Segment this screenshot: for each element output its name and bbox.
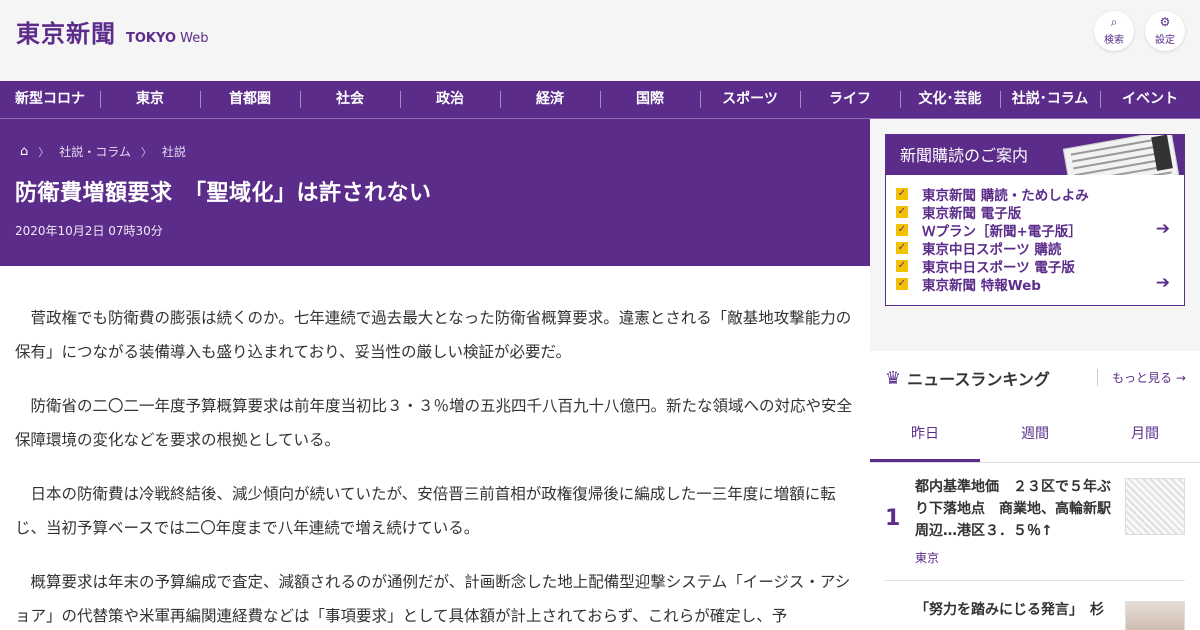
arrow-right-icon: → — [1175, 371, 1186, 385]
tab-monthly[interactable]: 月間 — [1090, 406, 1200, 462]
ranking-headline: 都内基準地価 ２３区で５年ぶり下落地点 商業地、高輪新駅周辺…港区３．５％↑ — [915, 479, 1111, 539]
ranking-category[interactable]: 東京 — [915, 549, 939, 566]
ranking-thumbnail — [1125, 601, 1185, 630]
logo-english-light: Web — [180, 31, 209, 46]
ranking-headline: 「努力を踏みにじる発言」 杉 — [915, 602, 1104, 618]
article-paragraph: 日本の防衛費は冷戦終結後、減少傾向が続いていたが、安倍晋三前首相が政権復帰後に編… — [15, 485, 836, 537]
site-logo[interactable]: 東京新聞 TOKYO Web — [16, 14, 208, 49]
check-icon: ✓ — [896, 224, 908, 236]
check-icon: ✓ — [896, 188, 908, 200]
check-icon: ✓ — [896, 206, 908, 218]
ranking-header: ♛ ニュースランキング — [885, 366, 1050, 390]
nav-item-politics[interactable]: 政治 — [400, 81, 500, 118]
breadcrumb-editorial-column[interactable]: 社説・コラム — [59, 143, 131, 160]
breadcrumb: ⌂ 〉 社説・コラム 〉 社説 — [20, 143, 186, 160]
search-icon: ⌕ — [1110, 15, 1118, 29]
article-title: 防衛費増額要求 「聖域化」は許されない — [15, 181, 432, 206]
tab-weekly[interactable]: 週間 — [980, 406, 1090, 462]
nav-item-editorial[interactable]: 社説･コラム — [1000, 81, 1100, 118]
ranking-tabs: 昨日 週間 月間 — [870, 406, 1200, 463]
ranking-item[interactable]: 「努力を踏みにじる発言」 杉 — [885, 595, 1185, 630]
logo-english: TOKYO Web — [126, 31, 208, 46]
newspaper-image — [1062, 135, 1180, 175]
nav-item-life[interactable]: ライフ — [800, 81, 900, 118]
subscription-item[interactable]: ✓ Ｗプラン［新聞+電子版］ — [896, 221, 1184, 240]
crown-icon: ♛ — [885, 367, 902, 389]
subscription-item-label: 東京新聞 購読・ためしよみ — [922, 188, 1089, 204]
nav-item-society[interactable]: 社会 — [300, 81, 400, 118]
subscription-item[interactable]: ✓ 東京新聞 特報Web — [896, 275, 1184, 294]
subscription-item[interactable]: ✓ 東京中日スポーツ 購読 — [896, 239, 1184, 258]
subscription-item-label: 東京中日スポーツ 電子版 — [922, 260, 1075, 276]
ranking-more-link[interactable]: もっと見る → — [1097, 369, 1186, 386]
news-ranking: ♛ ニュースランキング もっと見る → 昨日 週間 月間 1 都内基準地価 ２３… — [870, 351, 1200, 630]
subscription-header[interactable]: 新聞購読のご案内 — [886, 135, 1184, 175]
home-icon[interactable]: ⌂ — [20, 144, 28, 159]
subscription-item-label: 東京新聞 特報Web — [922, 278, 1041, 294]
subscription-item[interactable]: ✓ 東京新聞 購読・ためしよみ — [896, 185, 1184, 204]
logo-japanese: 東京新聞 — [16, 19, 116, 48]
subscription-item-label: Ｗプラン［新聞+電子版］ — [922, 224, 1082, 240]
nav-item-corona[interactable]: 新型コロナ — [0, 81, 100, 118]
tab-yesterday[interactable]: 昨日 — [870, 406, 980, 462]
nav-item-tokyo[interactable]: 東京 — [100, 81, 200, 118]
gear-icon: ⚙ — [1159, 15, 1171, 29]
nav-item-sports[interactable]: スポーツ — [700, 81, 800, 118]
ranking-title: ニュースランキング — [907, 370, 1050, 389]
article-date: 2020年10月2日 07時30分 — [15, 224, 163, 238]
article-paragraph: 菅政権でも防衛費の膨張は続くのか。七年連続で過去最大となった防衛省概算要求。違憲… — [15, 309, 852, 361]
breadcrumb-separator: 〉 — [140, 145, 152, 159]
check-icon: ✓ — [896, 278, 908, 290]
subscription-list: ✓ 東京新聞 購読・ためしよみ ✓ 東京新聞 電子版 ✓ Ｗプラン［新聞+電子版］ ✓… — [886, 175, 1184, 294]
subscription-item[interactable]: ✓ 東京中日スポーツ 電子版 — [896, 257, 1184, 276]
sidebar: 新聞購読のご案内 ✓ 東京新聞 購読・ためしよみ ✓ 東京新聞 電子版 ✓ Ｗプラン［… — [870, 119, 1200, 630]
ranking-number: 1 — [885, 506, 901, 531]
site-header: 東京新聞 TOKYO Web ⌕ 検索 ⚙ 設定 — [0, 0, 1200, 70]
article-header: ⌂ 〉 社説・コラム 〉 社説 防衛費増額要求 「聖域化」は許されない 2020… — [0, 119, 870, 266]
subscription-item-label: 東京新聞 電子版 — [922, 206, 1022, 222]
nav-item-economy[interactable]: 経済 — [500, 81, 600, 118]
nav-item-events[interactable]: イベント — [1100, 81, 1200, 118]
nav-item-international[interactable]: 国際 — [600, 81, 700, 118]
main-nav: 新型コロナ 東京 首都圏 社会 政治 経済 国際 スポーツ ライフ 文化･芸能 … — [0, 81, 1200, 118]
article-body: 菅政権でも防衛費の膨張は続くのか。七年連続で過去最大となった防衛省概算要求。違憲… — [0, 266, 870, 630]
ranking-more-label: もっと見る — [1112, 371, 1173, 385]
ranking-thumbnail — [1125, 478, 1185, 535]
subscription-item[interactable]: ✓ 東京新聞 電子版 — [896, 203, 1184, 222]
search-button[interactable]: ⌕ 検索 — [1094, 11, 1134, 51]
subscription-box: 新聞購読のご案内 ✓ 東京新聞 購読・ためしよみ ✓ 東京新聞 電子版 ✓ Ｗプラン［… — [885, 134, 1185, 306]
ranking-item[interactable]: 1 都内基準地価 ２３区で５年ぶり下落地点 商業地、高輪新駅周辺…港区３．５％↑… — [885, 476, 1185, 581]
nav-item-culture[interactable]: 文化･芸能 — [900, 81, 1000, 118]
search-label: 検索 — [1104, 35, 1124, 46]
login-icon[interactable]: ➔ — [1156, 219, 1170, 239]
logo-english-bold: TOKYO — [126, 31, 176, 46]
breadcrumb-separator: 〉 — [38, 145, 50, 159]
settings-button[interactable]: ⚙ 設定 — [1145, 11, 1185, 51]
breadcrumb-editorial[interactable]: 社説 — [162, 143, 186, 160]
login-icon[interactable]: ➔ — [1156, 273, 1170, 293]
nav-item-shutoken[interactable]: 首都圏 — [200, 81, 300, 118]
check-icon: ✓ — [896, 260, 908, 272]
subscription-item-label: 東京中日スポーツ 購読 — [922, 242, 1062, 258]
settings-label: 設定 — [1155, 35, 1175, 46]
article-paragraph: 概算要求は年末の予算編成で査定、減額されるのが通例だが、計画断念した地上配備型迎… — [15, 573, 851, 625]
subscription-heading: 新聞購読のご案内 — [900, 146, 1029, 165]
check-icon: ✓ — [896, 242, 908, 254]
article-paragraph: 防衛省の二〇二一年度予算概算要求は前年度当初比３・３％増の五兆四千八百九十八億円… — [15, 397, 853, 449]
